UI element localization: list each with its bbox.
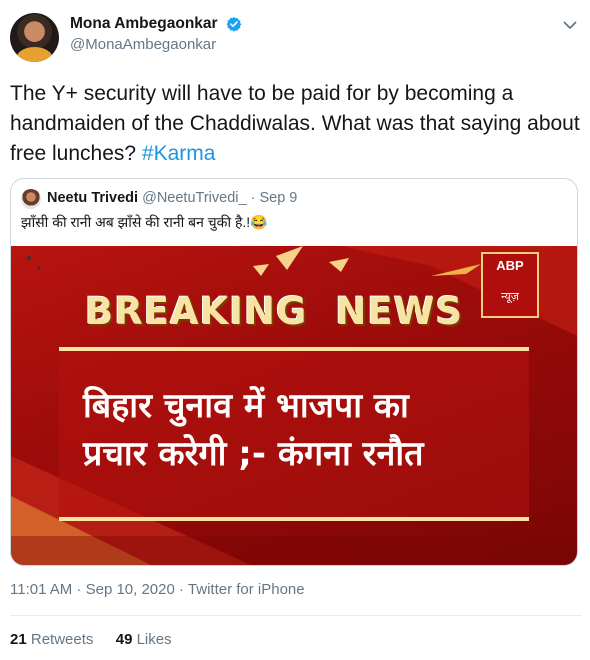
engagement-stats: 21 Retweets 49 Likes <box>10 631 172 648</box>
likes-count: 49 <box>115 631 133 648</box>
author-block: Mona Ambegaonkar @MonaAmbegaonkar <box>70 15 242 53</box>
quoted-date: Sep 9 <box>259 190 298 206</box>
likes-label: Likes <box>136 631 172 648</box>
avatar-shoulders <box>16 47 53 62</box>
quoted-tweet-text: झाँसी की रानी अब झाँसे की रानी बन चुकी ह… <box>21 214 268 230</box>
breaking-word: BREAKING <box>85 290 308 333</box>
divider <box>10 615 582 616</box>
quoted-author-handle: @NeetuTrivedi_ <box>142 190 247 206</box>
quoted-author-name: Neetu Trivedi <box>47 190 139 206</box>
abp-logo-text: ABP <box>496 258 524 273</box>
quoted-author-avatar <box>21 189 41 209</box>
author-display-name[interactable]: Mona Ambegaonkar <box>70 15 218 33</box>
likes-stat[interactable]: 49 Likes <box>116 631 172 648</box>
author-handle[interactable]: @MonaAmbegaonkar <box>70 36 242 53</box>
retweets-stat[interactable]: 21 Retweets <box>10 631 98 648</box>
author-avatar[interactable] <box>10 13 59 62</box>
news-word: NEWS <box>335 290 464 333</box>
headline-text: बिहार चुनाव में भाजपा का प्रचार करेगी ;-… <box>83 382 553 478</box>
breaking-news-title: BREAKING NEWS <box>85 290 463 333</box>
quoted-separator: · <box>250 190 256 206</box>
hashtag-link[interactable]: #Karma <box>142 142 216 165</box>
retweets-count: 21 <box>10 631 27 648</box>
quoted-tweet[interactable]: Neetu Trivedi @NeetuTrivedi_ · Sep 9 झाँ… <box>10 178 578 566</box>
tweet-timestamp[interactable]: 11:01 AM · Sep 10, 2020 · Twitter for iP… <box>10 581 305 598</box>
verified-badge-icon <box>226 16 242 32</box>
quoted-media-image[interactable]: BREAKING NEWS ABP न्यूज़ बिहार चुनाव में … <box>11 246 577 565</box>
quoted-tweet-header: Neetu Trivedi @NeetuTrivedi_ · Sep 9 <box>47 190 297 206</box>
headline-line-2: प्रचार करेगी ;- कंगना रनौत <box>83 434 424 474</box>
chevron-down-icon[interactable] <box>561 16 579 34</box>
tweet-body: The Y+ security will have to be paid for… <box>10 82 580 165</box>
tweet-text: The Y+ security will have to be paid for… <box>10 79 582 169</box>
headline-line-1: बिहार चुनाव में भाजपा का <box>83 386 409 426</box>
abp-logo-subtext: न्यूज़ <box>501 291 519 303</box>
retweets-label: Retweets <box>30 631 94 648</box>
abp-news-logo: ABP न्यूज़ <box>481 252 539 318</box>
